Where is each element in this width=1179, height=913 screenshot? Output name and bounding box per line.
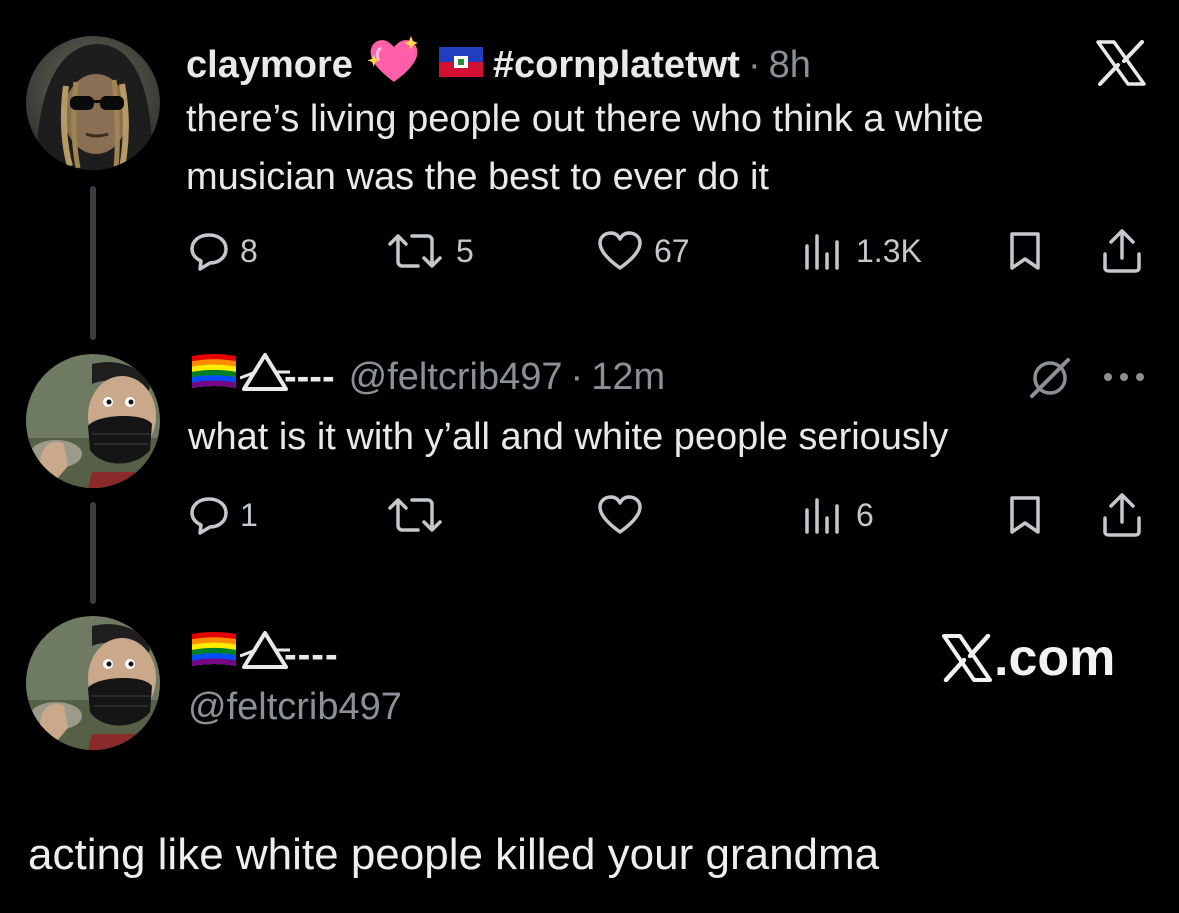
site-domain: .com xyxy=(994,629,1116,687)
thread-line xyxy=(90,502,96,604)
reply-icon xyxy=(190,497,228,535)
avatar-profile[interactable] xyxy=(26,616,160,750)
tweet1-text-line2: musician was the best to ever do it xyxy=(186,156,769,198)
separator-dot: · xyxy=(747,44,761,86)
display-name[interactable]: ---- xyxy=(284,355,335,399)
views-button[interactable]: 1.3K xyxy=(802,230,922,272)
profile-handle[interactable]: @feltcrib497 xyxy=(188,686,402,729)
tweet2-handle[interactable]: @feltcrib497 xyxy=(349,355,563,399)
like-count: 67 xyxy=(654,233,690,269)
like-icon xyxy=(598,231,642,270)
profile-display-name[interactable]: ---- xyxy=(190,630,339,680)
x-com-watermark: .com xyxy=(942,628,1115,688)
rainbow-flag-icon xyxy=(190,354,238,400)
share-button[interactable] xyxy=(1100,228,1144,274)
caption-text: acting like white people killed your gra… xyxy=(28,830,880,879)
bookmark-icon xyxy=(1010,232,1040,270)
tweet2-header: ---- @feltcrib497 · 12m xyxy=(190,352,665,402)
tweet2-text: what is it with y’all and white people s… xyxy=(188,416,949,458)
bookmark-icon xyxy=(1010,496,1040,534)
tweet1-header: claymore #cornplatetwt · 8h xyxy=(186,36,811,94)
views-icon xyxy=(805,234,839,270)
views-icon xyxy=(805,498,839,534)
more-icon[interactable] xyxy=(1102,370,1146,388)
tweet-time[interactable]: 12m xyxy=(591,355,665,399)
prism-triangle-icon xyxy=(239,352,290,402)
profile-name-text: ---- xyxy=(284,633,339,676)
separator-dot: · xyxy=(570,356,584,398)
repost-icon xyxy=(388,498,442,532)
avatar-feltcrib497[interactable] xyxy=(26,354,160,488)
tweet1-text-line1: there’s living people out there who thin… xyxy=(186,98,984,140)
thread-line xyxy=(90,186,96,340)
bookmark-button[interactable] xyxy=(1006,230,1044,272)
repost-button[interactable]: 5 xyxy=(384,230,474,272)
like-button[interactable]: 67 xyxy=(596,230,690,272)
x-logo-icon[interactable] xyxy=(1096,40,1146,91)
reply-button[interactable]: 1 xyxy=(188,494,258,536)
reply-count: 8 xyxy=(240,233,258,269)
reply-count: 1 xyxy=(240,497,258,533)
haiti-flag-icon xyxy=(438,43,483,87)
reply-icon xyxy=(190,233,228,271)
reply-button[interactable]: 8 xyxy=(188,230,258,272)
view-count: 6 xyxy=(856,497,874,533)
rainbow-flag-icon xyxy=(190,632,238,678)
grok-icon[interactable] xyxy=(1026,356,1076,405)
sparkling-heart-icon xyxy=(367,36,421,94)
display-name[interactable]: claymore xyxy=(186,43,353,87)
like-icon xyxy=(598,495,642,534)
share-icon xyxy=(1103,229,1141,273)
repost-count: 5 xyxy=(456,233,474,269)
share-button[interactable] xyxy=(1100,492,1144,538)
bookmark-button[interactable] xyxy=(1006,494,1044,536)
tweet-time[interactable]: 8h xyxy=(769,43,811,87)
repost-button[interactable] xyxy=(384,494,456,536)
views-button[interactable]: 6 xyxy=(802,494,874,536)
hashtag-name[interactable]: #cornplatetwt xyxy=(493,43,740,87)
avatar-claymore[interactable] xyxy=(26,36,160,170)
share-icon xyxy=(1103,493,1141,537)
view-count: 1.3K xyxy=(856,233,922,269)
prism-triangle-icon xyxy=(239,630,290,680)
x-logo-icon xyxy=(942,634,992,682)
like-button[interactable] xyxy=(596,494,654,536)
repost-icon xyxy=(388,234,442,268)
